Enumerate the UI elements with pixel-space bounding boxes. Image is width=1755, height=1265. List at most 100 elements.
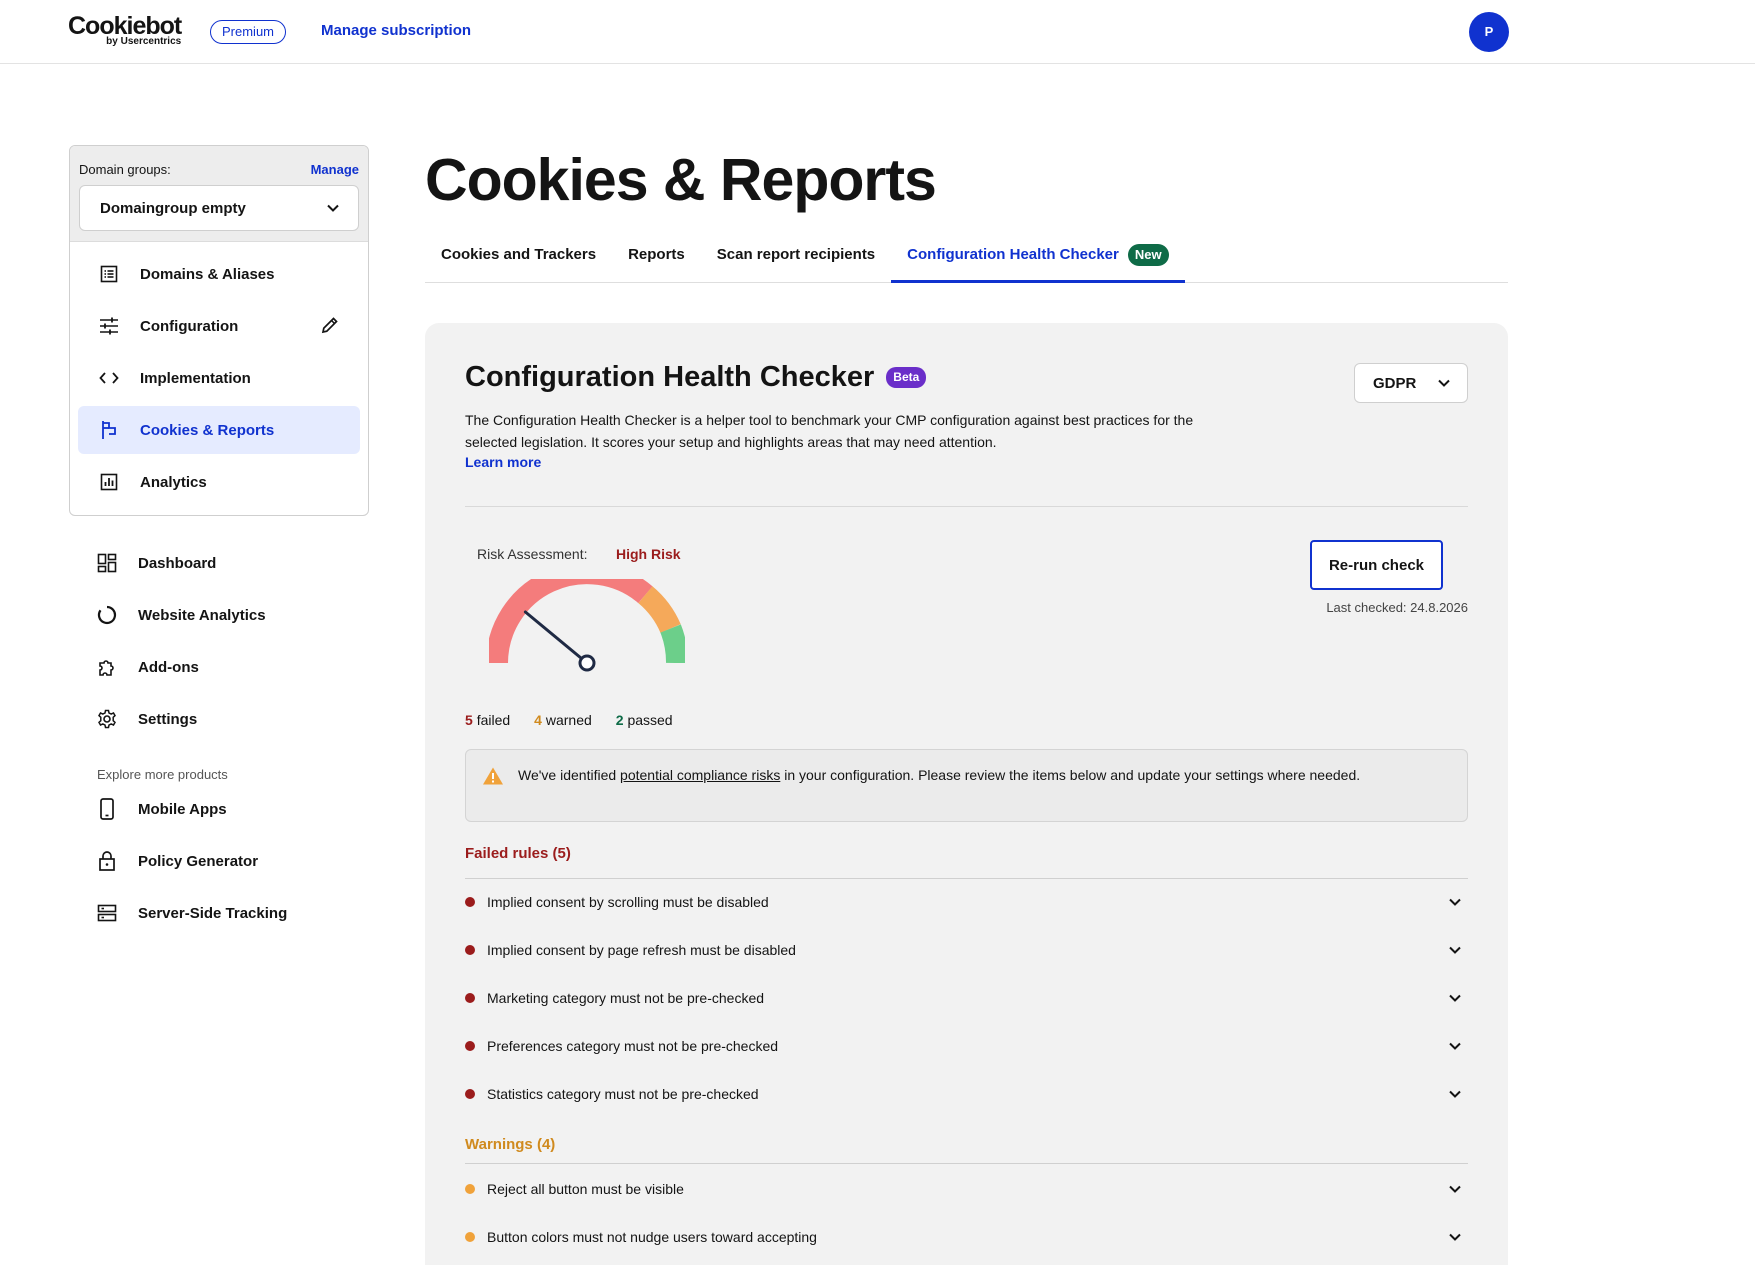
- sidebar-item-analytics[interactable]: Analytics: [78, 458, 360, 506]
- failed-rule-row[interactable]: Implied consent by scrolling must be dis…: [465, 878, 1468, 926]
- phone-icon: [96, 798, 118, 820]
- risk-gauge: [489, 579, 685, 709]
- tab-bar: Cookies and Trackers Reports Scan report…: [425, 236, 1508, 283]
- fail-dot-icon: [465, 897, 475, 907]
- chevron-down-icon[interactable]: [1448, 1182, 1462, 1196]
- domain-group-select[interactable]: Domaingroup empty: [79, 185, 359, 231]
- sidebar-item-server-side-tracking[interactable]: Server-Side Tracking: [96, 902, 287, 924]
- warning-rule-row[interactable]: Reject all button must be visible: [465, 1165, 1468, 1213]
- warned-count-number: 4: [534, 712, 542, 728]
- rule-label: Statistics category must not be pre-chec…: [487, 1086, 759, 1102]
- checker-title-text: Configuration Health Checker: [465, 361, 875, 393]
- sidebar-item-label: Mobile Apps: [138, 800, 227, 818]
- failed-rule-row[interactable]: Marketing category must not be pre-check…: [465, 974, 1468, 1022]
- rule-label: Marketing category must not be pre-check…: [487, 990, 765, 1006]
- warning-rule-row[interactable]: Button colors must not nudge users towar…: [465, 1213, 1468, 1261]
- tab-reports[interactable]: Reports: [612, 236, 701, 283]
- sidebar-item-settings[interactable]: Settings: [96, 708, 197, 730]
- chevron-down-icon: [327, 204, 339, 212]
- chevron-down-icon[interactable]: [1448, 943, 1462, 957]
- tab-scan-report-recipients[interactable]: Scan report recipients: [701, 236, 891, 283]
- manage-domain-groups-link[interactable]: Manage: [311, 162, 359, 177]
- failed-rule-row[interactable]: Preferences category must not be pre-che…: [465, 1022, 1468, 1070]
- risk-assessment-label: Risk Assessment:: [477, 546, 588, 562]
- gauge-amber-segment: [638, 586, 681, 634]
- rerun-check-button[interactable]: Re-run check: [1310, 540, 1443, 590]
- failed-rule-row[interactable]: Implied consent by page refresh must be …: [465, 926, 1468, 974]
- sidebar-item-configuration[interactable]: Configuration: [78, 302, 360, 350]
- legislation-select[interactable]: GDPR: [1354, 363, 1468, 403]
- chevron-down-icon[interactable]: [1448, 1039, 1462, 1053]
- sidebar-item-label: Domains & Aliases: [140, 265, 275, 283]
- passed-count-number: 2: [615, 712, 624, 728]
- chevron-down-icon[interactable]: [1448, 1087, 1462, 1101]
- learn-more-link[interactable]: Learn more: [465, 454, 541, 470]
- sidebar-item-label: Add-ons: [138, 658, 199, 676]
- warn-dot-icon: [465, 1184, 475, 1194]
- user-avatar[interactable]: P: [1469, 12, 1509, 52]
- rule-label: Preferences category must not be pre-che…: [487, 1038, 779, 1054]
- result-counts: 5 failed 4 warned 2 passed: [465, 712, 673, 728]
- last-checked-text: Last checked: 24.8.2026: [1326, 600, 1468, 615]
- failed-rules-heading: Failed rules (5): [465, 845, 571, 862]
- sidebar-item-label: Analytics: [140, 473, 207, 491]
- fail-dot-icon: [465, 1089, 475, 1099]
- sidebar-item-label: Dashboard: [138, 554, 217, 572]
- lock-icon: [96, 850, 118, 872]
- domain-group-card: Domain groups: Manage Domaingroup empty …: [69, 145, 369, 516]
- checker-description: The Configuration Health Checker is a he…: [465, 412, 1194, 450]
- puzzle-icon: [96, 656, 118, 678]
- dashboard-icon: [96, 552, 118, 574]
- sidebar-item-dashboard[interactable]: Dashboard: [96, 552, 216, 574]
- rule-label: Reject all button must be visible: [487, 1181, 684, 1197]
- sidebar-item-website-analytics[interactable]: Website Analytics: [96, 604, 266, 626]
- sidebar-item-label: Implementation: [140, 369, 251, 387]
- pencil-icon[interactable]: [320, 315, 340, 339]
- rule-label: Button colors must not nudge users towar…: [487, 1229, 817, 1245]
- gauge-green-segment: [660, 624, 685, 664]
- sidebar-item-cookies-reports[interactable]: Cookies & Reports: [78, 406, 360, 454]
- tab-cookies-trackers[interactable]: Cookies and Trackers: [425, 236, 612, 283]
- rule-label: Implied consent by scrolling must be dis…: [487, 894, 769, 910]
- gauge-needle: [523, 610, 589, 665]
- flag-icon: [98, 419, 120, 441]
- warning-icon: [482, 766, 504, 793]
- warned-count-label: warned: [545, 712, 592, 728]
- fail-dot-icon: [465, 945, 475, 955]
- sidebar-item-policy-generator[interactable]: Policy Generator: [96, 850, 258, 872]
- checker-title: Configuration Health Checker Beta: [465, 361, 927, 394]
- new-badge: New: [1127, 244, 1169, 266]
- chevron-down-icon[interactable]: [1448, 991, 1462, 1005]
- sliders-icon: [98, 315, 120, 337]
- top-bar: Cookiebot by Usercentrics Premium Manage…: [0, 0, 1755, 64]
- failed-rule-row[interactable]: Statistics category must not be pre-chec…: [465, 1070, 1468, 1118]
- domain-group-selected: Domaingroup empty: [100, 199, 246, 217]
- chevron-down-icon: [1438, 379, 1450, 387]
- compliance-risks-link[interactable]: potential compliance risks: [620, 767, 780, 783]
- sidebar-item-domains-aliases[interactable]: Domains & Aliases: [78, 250, 360, 298]
- sidebar-item-label: Policy Generator: [138, 852, 259, 870]
- tab-configuration-health-checker[interactable]: Configuration Health Checker New: [891, 236, 1185, 283]
- fail-dot-icon: [465, 993, 475, 1003]
- domain-groups-label: Domain groups:: [79, 162, 171, 177]
- page-title: Cookies & Reports: [425, 147, 937, 213]
- legislation-value: GDPR: [1373, 374, 1417, 392]
- chevron-down-icon[interactable]: [1448, 1230, 1462, 1244]
- failed-count: 5 failed: [465, 712, 510, 728]
- manage-subscription-link[interactable]: Manage subscription: [321, 22, 471, 39]
- sidebar-item-add-ons[interactable]: Add-ons: [96, 656, 199, 678]
- tab-label: Configuration Health Checker: [907, 246, 1119, 263]
- server-icon: [96, 902, 118, 924]
- sidebar-item-mobile-apps[interactable]: Mobile Apps: [96, 798, 227, 820]
- sidebar-item-label: Settings: [138, 710, 198, 728]
- domain-group-header: Domain groups: Manage Domaingroup empty: [70, 146, 368, 242]
- chart-icon: [98, 471, 120, 493]
- gauge-pivot: [578, 654, 596, 672]
- sidebar-item-implementation[interactable]: Implementation: [78, 354, 360, 402]
- warnings-heading: Warnings (4): [465, 1136, 556, 1153]
- gear-icon: [96, 708, 118, 730]
- warnings-divider: [465, 1163, 1468, 1164]
- chevron-down-icon[interactable]: [1448, 895, 1462, 909]
- sidebar-item-label: Cookies & Reports: [140, 421, 275, 439]
- cookiebot-logo[interactable]: Cookiebot by Usercentrics: [68, 13, 182, 47]
